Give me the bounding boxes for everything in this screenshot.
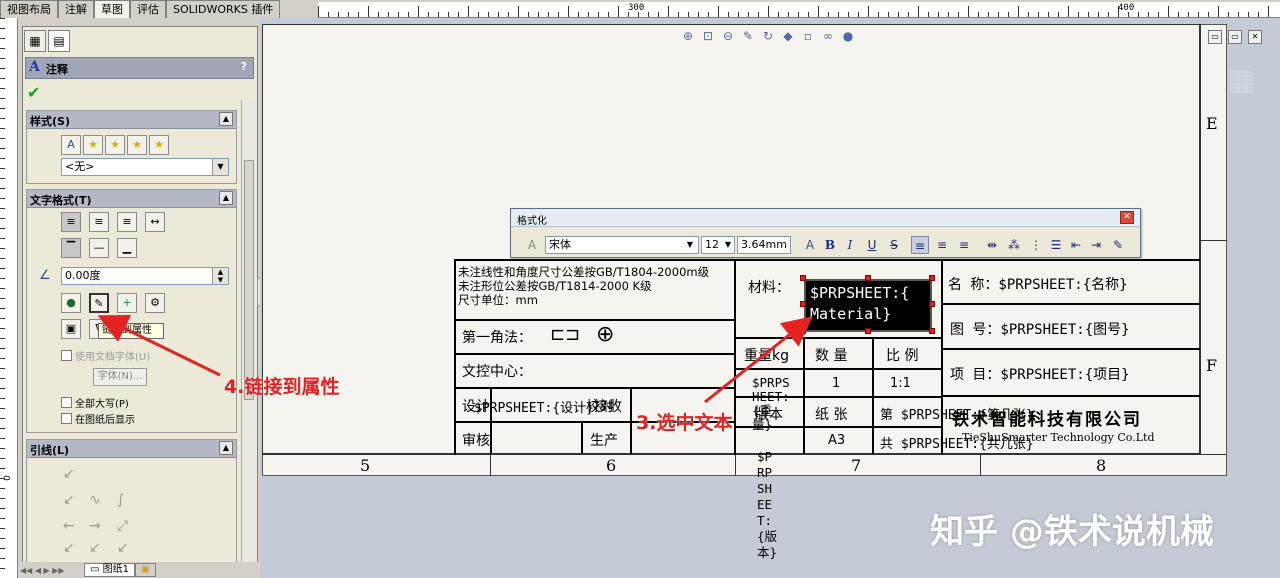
watermark: 知乎 @铁术说机械: [930, 512, 1214, 552]
step4-annotation: 4.链接到属性: [224, 376, 340, 398]
step3-annotation: 3.选中文本: [636, 412, 733, 434]
annotation-arrows: [97, 315, 813, 404]
arrow-to-link-button: [97, 315, 221, 377]
arrow-to-text: [704, 316, 813, 404]
